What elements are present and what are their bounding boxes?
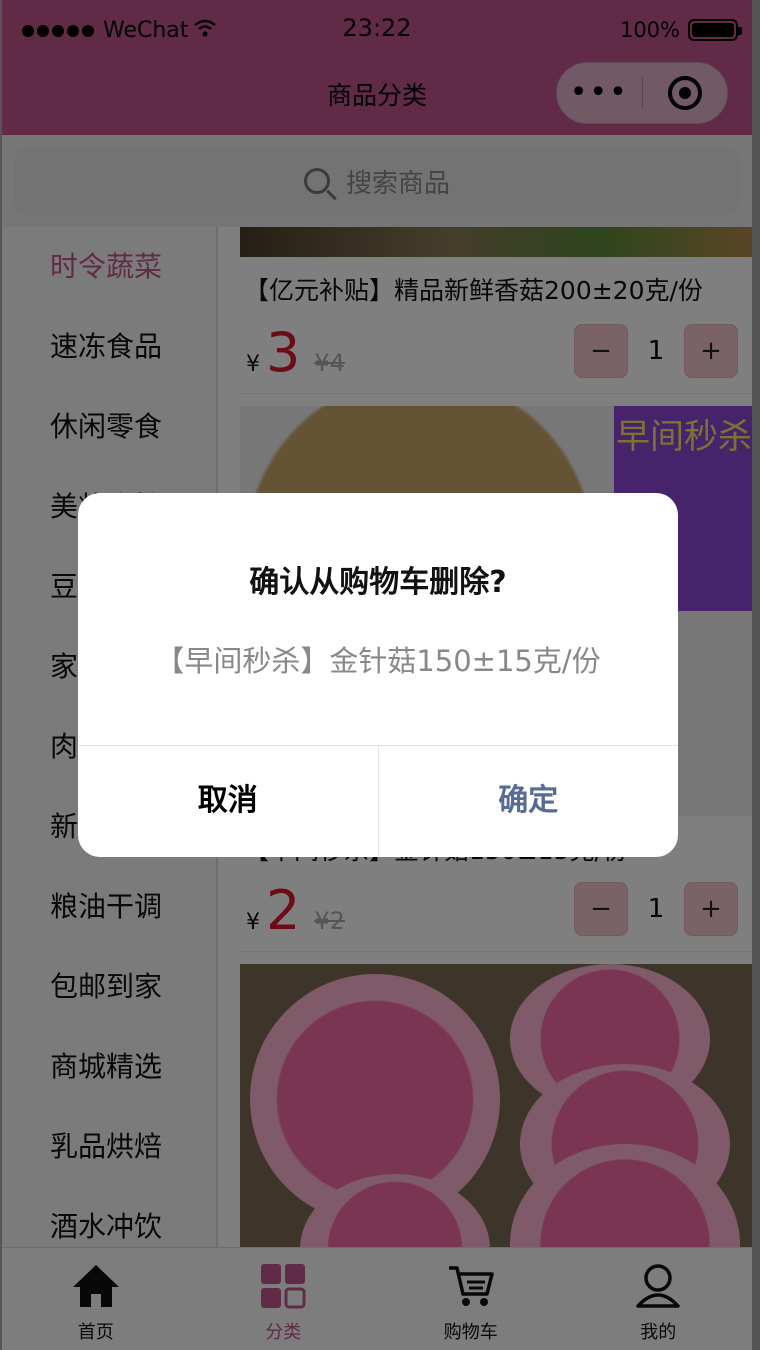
confirm-dialog: 确认从购物车删除? 【早间秒杀】金针菇150±15克/份 取消 确定 <box>78 493 678 857</box>
app-frame: WeChat 23:22 100% 商品分类 ••• 搜索商品 <box>0 0 760 1350</box>
dialog-title: 确认从购物车删除? <box>249 565 507 600</box>
confirm-button[interactable]: 确定 <box>379 746 679 857</box>
cancel-button[interactable]: 取消 <box>78 746 379 857</box>
dialog-actions: 取消 确定 <box>78 745 678 857</box>
dialog-content: 【早间秒杀】金针菇150±15克/份 <box>155 644 601 678</box>
